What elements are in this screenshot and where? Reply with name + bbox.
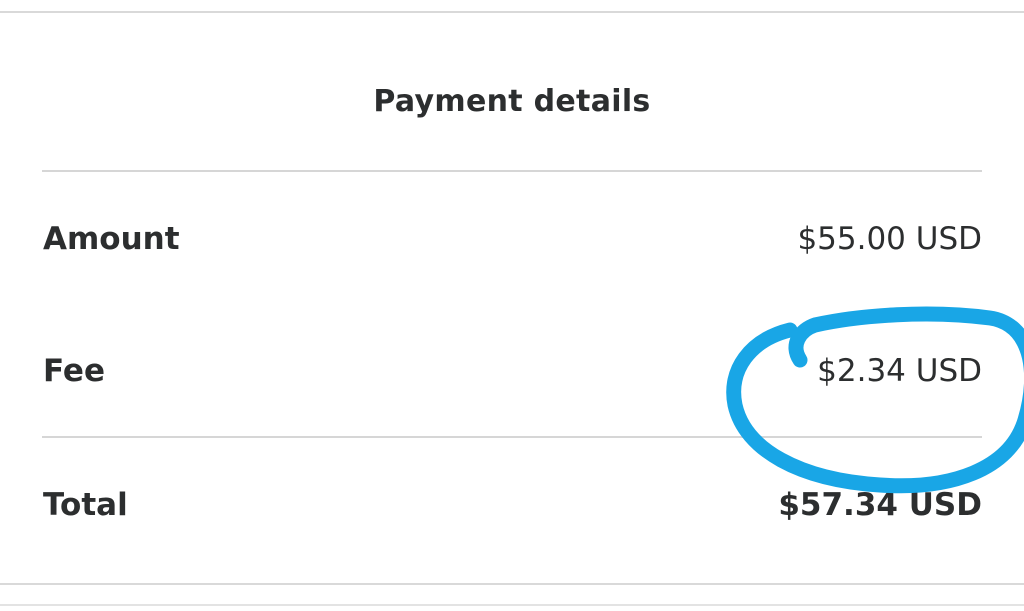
total-label: Total <box>43 487 128 523</box>
total-value: $57.34 USD <box>778 487 982 523</box>
amount-value: $55.00 USD <box>797 221 982 257</box>
amount-label: Amount <box>43 221 180 257</box>
bottom-edge <box>0 604 1024 606</box>
bottom-divider <box>0 583 1024 585</box>
payment-details-screen: Payment details Amount $55.00 USD Fee $2… <box>0 0 1024 611</box>
top-divider <box>0 0 1024 13</box>
total-divider <box>42 436 982 438</box>
fee-label: Fee <box>43 353 105 389</box>
fee-value: $2.34 USD <box>817 353 982 389</box>
page-title: Payment details <box>373 84 651 119</box>
title-divider <box>42 170 982 172</box>
